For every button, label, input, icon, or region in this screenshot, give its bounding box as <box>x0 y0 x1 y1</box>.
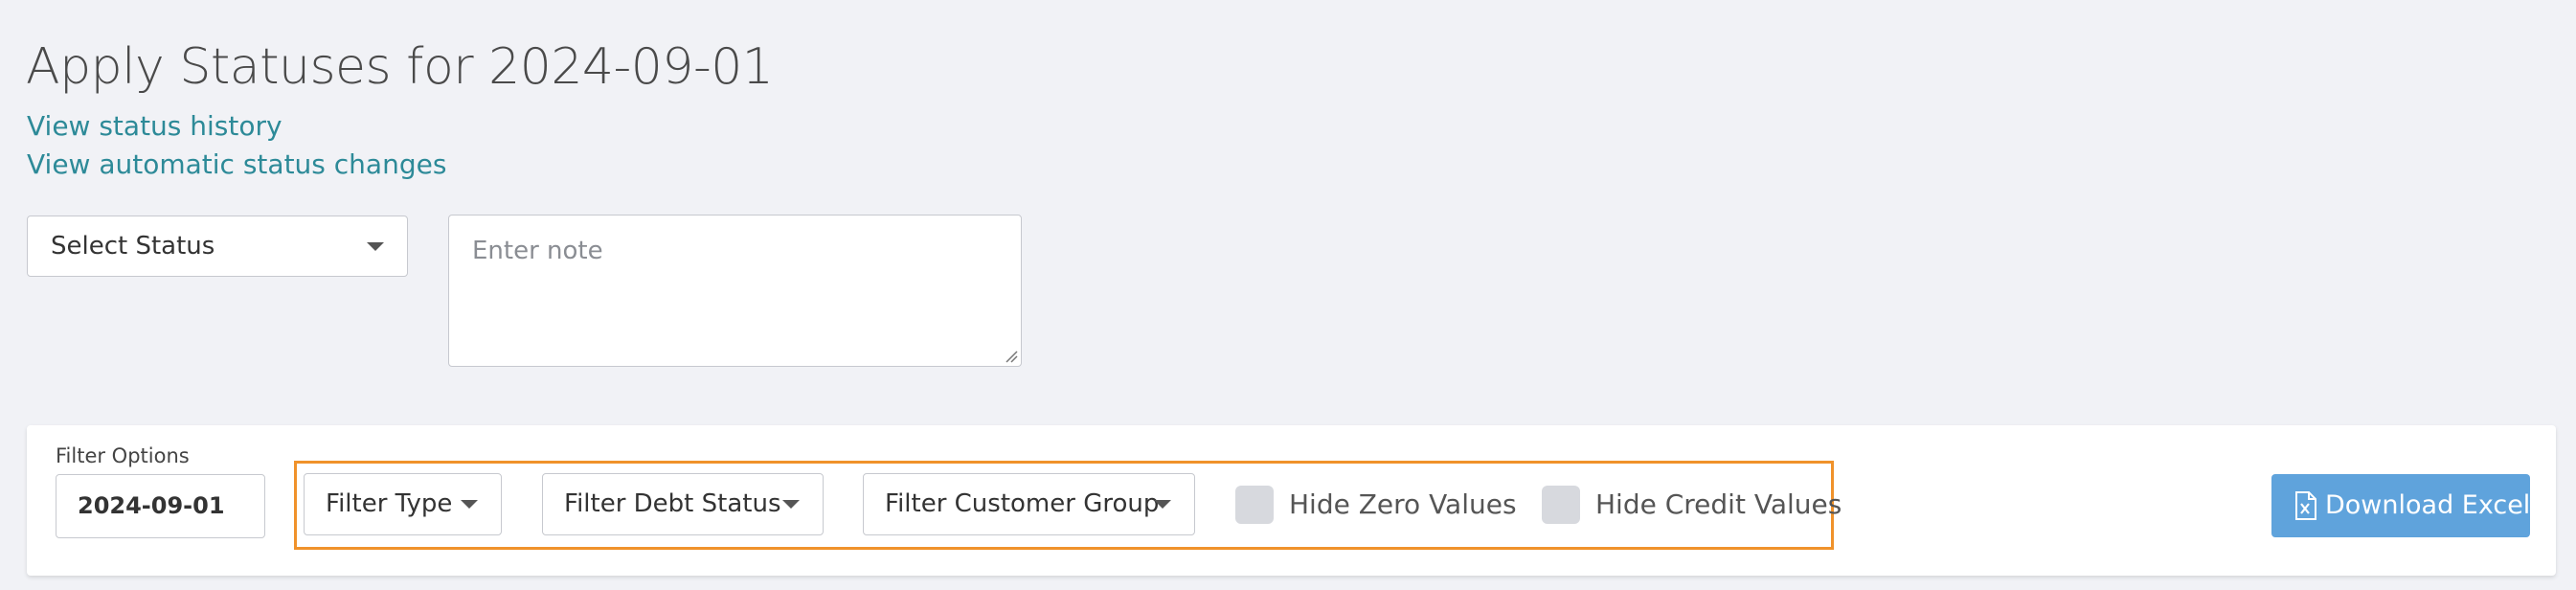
hide-zero-values-label[interactable]: Hide Zero Values <box>1289 488 1517 520</box>
filter-debt-status-label: Filter Debt Status <box>564 489 781 518</box>
filter-type-button[interactable]: Filter Type <box>304 473 502 535</box>
hide-credit-values-checkbox[interactable] <box>1542 486 1580 524</box>
view-automatic-status-changes-link[interactable]: View automatic status changes <box>27 148 446 180</box>
chevron-down-icon <box>367 242 384 251</box>
excel-file-icon <box>2295 491 2316 520</box>
note-textarea[interactable]: Enter note <box>448 215 1022 367</box>
status-select[interactable]: Select Status <box>27 216 408 277</box>
filter-options-label: Filter Options <box>56 444 190 467</box>
note-placeholder: Enter note <box>472 237 603 265</box>
filter-customer-group-label: Filter Customer Group <box>885 489 1160 518</box>
filter-panel: Filter Options 2024-09-01 Filter Type Fi… <box>27 425 2556 576</box>
filter-debt-status-button[interactable]: Filter Debt Status <box>542 473 824 535</box>
page-title: Apply Statuses for 2024-09-01 <box>26 38 774 96</box>
status-select-label: Select Status <box>51 232 215 261</box>
hide-zero-values-checkbox[interactable] <box>1235 486 1274 524</box>
view-status-history-link[interactable]: View status history <box>27 110 282 142</box>
date-input[interactable]: 2024-09-01 <box>56 474 265 538</box>
hide-credit-values-label[interactable]: Hide Credit Values <box>1595 488 1842 520</box>
chevron-down-icon <box>461 500 478 509</box>
chevron-down-icon <box>782 500 800 509</box>
filter-type-label: Filter Type <box>326 489 453 518</box>
download-excel-button[interactable]: Download Excel <box>2271 474 2530 537</box>
resize-grip-icon[interactable] <box>1005 350 1018 363</box>
download-excel-label: Download Excel <box>2325 490 2531 520</box>
filter-customer-group-button[interactable]: Filter Customer Group <box>863 473 1195 535</box>
chevron-down-icon <box>1154 500 1171 509</box>
date-value: 2024-09-01 <box>78 492 225 519</box>
